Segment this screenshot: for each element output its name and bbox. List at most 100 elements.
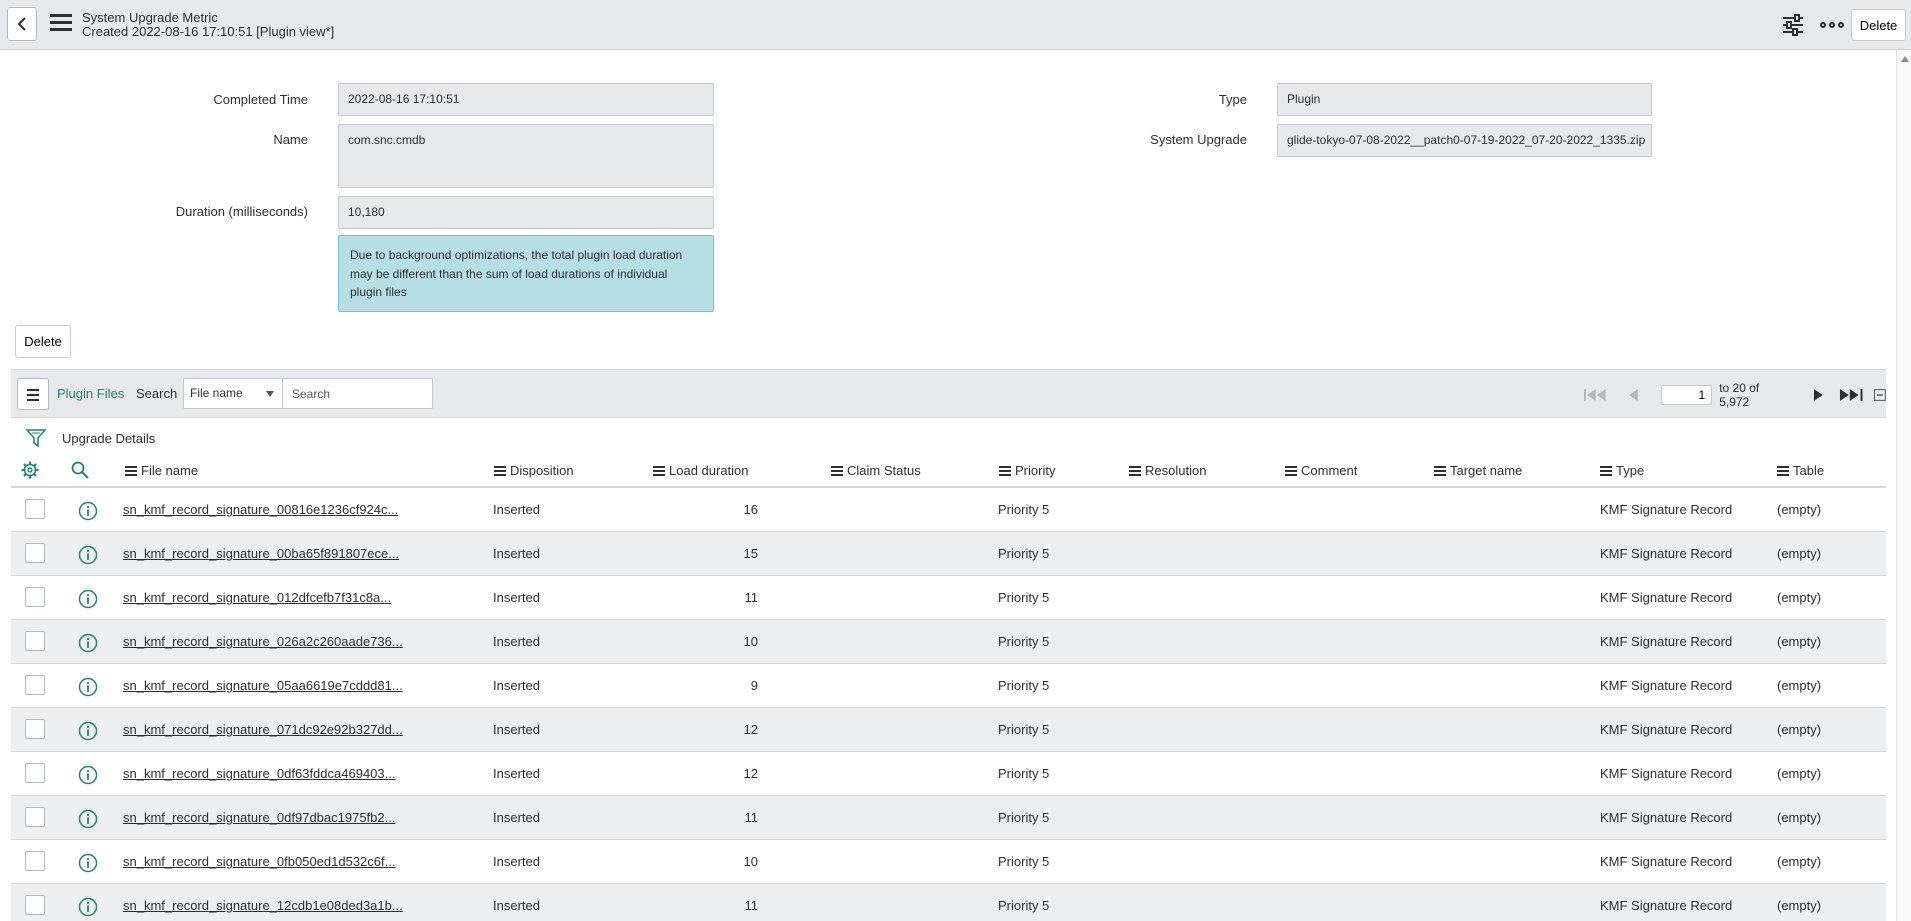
- column-header-priority[interactable]: Priority: [999, 463, 1055, 478]
- type-label: Type: [1218, 92, 1247, 107]
- search-field-value: File name: [190, 386, 243, 400]
- row-checkbox[interactable]: [25, 631, 45, 651]
- table-row[interactable]: sn_kmf_record_signature_12cdb1e08ded3a1b…: [11, 884, 1886, 921]
- hamburger-menu-icon[interactable]: [50, 14, 72, 34]
- duration-label: Duration (milliseconds): [175, 204, 308, 219]
- column-header-load-duration[interactable]: Load duration: [653, 463, 749, 478]
- row-checkbox[interactable]: [25, 763, 45, 783]
- first-page-icon[interactable]: [1584, 388, 1609, 402]
- column-header-type[interactable]: Type: [1600, 463, 1644, 478]
- table-row[interactable]: sn_kmf_record_signature_026a2c260aade736…: [11, 620, 1886, 664]
- cell-priority: Priority 5: [998, 854, 1050, 869]
- cell-type: KMF Signature Record: [1600, 810, 1733, 825]
- info-circle-icon[interactable]: [78, 853, 98, 873]
- column-header-table[interactable]: Table: [1777, 463, 1824, 478]
- more-options-icon[interactable]: [1820, 16, 1844, 34]
- row-checkbox[interactable]: [25, 499, 45, 519]
- cell-table: (empty): [1777, 722, 1822, 737]
- form-delete-button[interactable]: Delete: [15, 325, 71, 358]
- page-number-input[interactable]: [1661, 384, 1713, 405]
- form-header: System Upgrade Metric Created 2022-08-16…: [0, 0, 1911, 50]
- info-circle-icon[interactable]: [78, 809, 98, 829]
- column-menu-icon: [1129, 465, 1141, 476]
- type-field[interactable]: Plugin: [1277, 83, 1652, 116]
- back-button[interactable]: [7, 7, 37, 41]
- row-checkbox[interactable]: [25, 895, 45, 915]
- info-circle-icon[interactable]: [78, 677, 98, 697]
- cell-file-name[interactable]: sn_kmf_record_signature_0df97dbac1975fb2…: [123, 810, 395, 825]
- cell-priority: Priority 5: [998, 678, 1050, 693]
- table-row[interactable]: sn_kmf_record_signature_012dfcefb7f31c8a…: [11, 576, 1886, 620]
- name-field[interactable]: com.snc.cmdb: [338, 124, 714, 188]
- info-circle-icon[interactable]: [78, 545, 98, 565]
- cell-load-duration: 10: [743, 854, 758, 869]
- column-header-resolution[interactable]: Resolution: [1129, 463, 1206, 478]
- info-circle-icon[interactable]: [78, 721, 98, 741]
- cell-table: (empty): [1777, 634, 1822, 649]
- scroll-up-icon[interactable]: [1901, 56, 1909, 62]
- table-row[interactable]: sn_kmf_record_signature_0df97dbac1975fb2…: [11, 796, 1886, 840]
- cell-type: KMF Signature Record: [1600, 722, 1733, 737]
- cell-file-name[interactable]: sn_kmf_record_signature_00816e1236cf924c…: [123, 502, 398, 517]
- table-row[interactable]: sn_kmf_record_signature_0df63fddca469403…: [11, 752, 1886, 796]
- info-circle-icon[interactable]: [78, 501, 98, 521]
- row-checkbox[interactable]: [25, 719, 45, 739]
- list-menu-icon[interactable]: [17, 378, 49, 410]
- cell-disposition: Inserted: [493, 854, 540, 869]
- column-header-disposition[interactable]: Disposition: [494, 463, 574, 478]
- info-circle-icon[interactable]: [78, 765, 98, 785]
- table-row[interactable]: sn_kmf_record_signature_071dc92e92b327dd…: [11, 708, 1886, 752]
- cell-file-name[interactable]: sn_kmf_record_signature_0fb050ed1d532c6f…: [123, 854, 395, 869]
- info-circle-icon[interactable]: [78, 633, 98, 653]
- cell-file-name[interactable]: sn_kmf_record_signature_012dfcefb7f31c8a…: [123, 590, 391, 605]
- info-circle-icon[interactable]: [78, 897, 98, 917]
- cell-type: KMF Signature Record: [1600, 678, 1733, 693]
- cell-load-duration: 10: [743, 634, 758, 649]
- search-input[interactable]: [283, 378, 433, 409]
- previous-page-icon[interactable]: [1627, 388, 1639, 402]
- column-menu-icon: [999, 465, 1011, 476]
- list-title[interactable]: Plugin Files: [57, 386, 124, 401]
- system-upgrade-field[interactable]: glide-tokyo-07-08-2022__patch0-07-19-202…: [1277, 124, 1652, 157]
- cell-priority: Priority 5: [998, 634, 1050, 649]
- cell-file-name[interactable]: sn_kmf_record_signature_026a2c260aade736…: [123, 634, 403, 649]
- cell-table: (empty): [1777, 766, 1822, 781]
- sliders-icon[interactable]: [1782, 14, 1804, 36]
- breadcrumb[interactable]: Upgrade Details: [62, 431, 155, 446]
- cell-type: KMF Signature Record: [1600, 898, 1733, 913]
- table-row[interactable]: sn_kmf_record_signature_05aa6619e7cddd81…: [11, 664, 1886, 708]
- cell-file-name[interactable]: sn_kmf_record_signature_00ba65f891807ece…: [123, 546, 399, 561]
- column-header-target-name[interactable]: Target name: [1434, 463, 1522, 478]
- cell-type: KMF Signature Record: [1600, 502, 1733, 517]
- row-checkbox[interactable]: [25, 587, 45, 607]
- search-field-select[interactable]: File name: [183, 378, 283, 409]
- column-header-claim-status[interactable]: Claim Status: [831, 463, 921, 478]
- cell-file-name[interactable]: sn_kmf_record_signature_12cdb1e08ded3a1b…: [123, 898, 403, 913]
- header-delete-button[interactable]: Delete: [1851, 9, 1906, 41]
- duration-field[interactable]: 10,180: [338, 196, 714, 229]
- collapse-icon[interactable]: [1874, 388, 1887, 401]
- vertical-scrollbar[interactable]: [1896, 50, 1911, 921]
- cell-file-name[interactable]: sn_kmf_record_signature_0df63fddca469403…: [123, 766, 395, 781]
- funnel-filter-icon[interactable]: [26, 428, 46, 448]
- cell-load-duration: 15: [743, 546, 758, 561]
- table-row[interactable]: sn_kmf_record_signature_00ba65f891807ece…: [11, 532, 1886, 576]
- row-checkbox[interactable]: [25, 851, 45, 871]
- column-header-file-name[interactable]: File name: [125, 463, 198, 478]
- cell-type: KMF Signature Record: [1600, 766, 1733, 781]
- cell-load-duration: 12: [743, 722, 758, 737]
- table-row[interactable]: sn_kmf_record_signature_0fb050ed1d532c6f…: [11, 840, 1886, 884]
- next-page-icon[interactable]: [1813, 388, 1825, 402]
- last-page-icon[interactable]: [1839, 388, 1864, 402]
- info-circle-icon[interactable]: [78, 589, 98, 609]
- row-checkbox[interactable]: [25, 807, 45, 827]
- row-checkbox[interactable]: [25, 675, 45, 695]
- column-menu-icon: [1600, 465, 1612, 476]
- cell-file-name[interactable]: sn_kmf_record_signature_071dc92e92b327dd…: [123, 722, 403, 737]
- row-checkbox[interactable]: [25, 543, 45, 563]
- column-menu-icon: [653, 465, 665, 476]
- table-row[interactable]: sn_kmf_record_signature_00816e1236cf924c…: [11, 488, 1886, 532]
- cell-file-name[interactable]: sn_kmf_record_signature_05aa6619e7cddd81…: [123, 678, 403, 693]
- column-header-comment[interactable]: Comment: [1285, 463, 1357, 478]
- completed-time-field[interactable]: 2022-08-16 17:10:51: [338, 83, 714, 116]
